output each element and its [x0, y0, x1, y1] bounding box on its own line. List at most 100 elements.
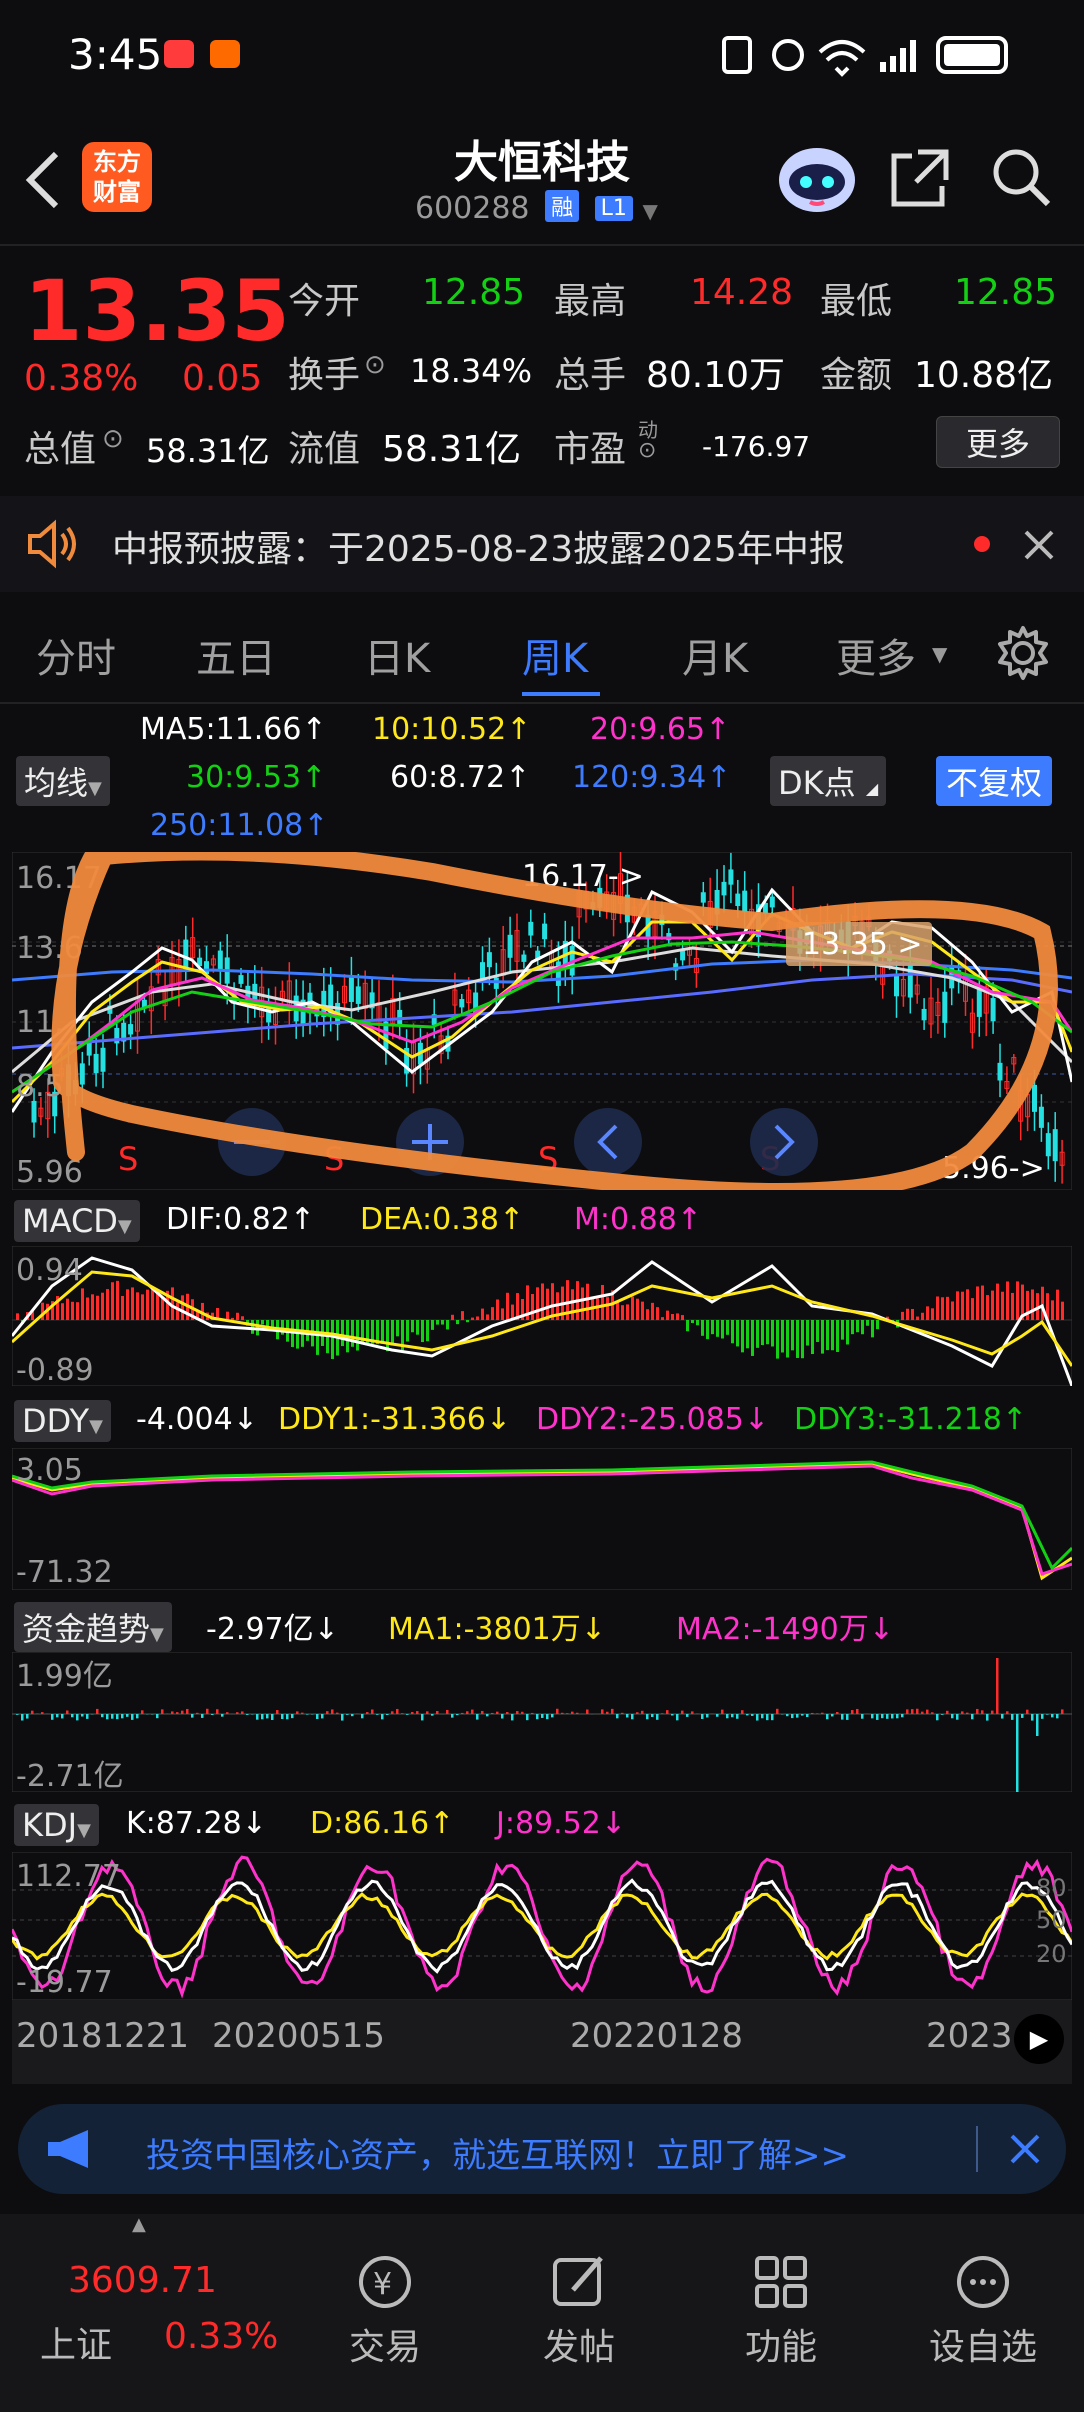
macd-bar — [731, 1320, 734, 1344]
index-value[interactable]: 3609.71 — [68, 2260, 217, 2301]
ddy-chart[interactable]: 3.05 -71.32 — [12, 1448, 1072, 1590]
fund-bar — [1016, 1714, 1019, 1792]
nav-trade[interactable]: ¥ 交易 — [330, 2250, 440, 2370]
amount-label: 金额 — [820, 355, 893, 396]
fund-bar — [21, 1714, 24, 1721]
info-icon[interactable]: ⊙ — [638, 438, 656, 463]
kdj-y-bottom: -19.77 — [16, 1965, 113, 2000]
ddy-selector[interactable]: DDY▼ — [14, 1400, 111, 1442]
macd-bar — [836, 1320, 839, 1352]
fund-bar — [261, 1714, 264, 1720]
fund-bar — [121, 1714, 124, 1719]
fund-bar — [546, 1714, 549, 1720]
fund-bar — [391, 1711, 394, 1714]
macd-selector[interactable]: MACD▼ — [14, 1200, 140, 1242]
change-percent: 0.38% — [24, 358, 139, 399]
kline-chart[interactable]: 16.17 13.6 11. 8.5 5.96 16.17-> 5.96-> 1… — [12, 852, 1072, 1190]
tab-minute[interactable]: 分时 — [36, 626, 116, 684]
gear-icon[interactable] — [994, 624, 1052, 682]
macd-bar — [316, 1320, 319, 1355]
ma120-value: 120:9.34↑ — [572, 760, 732, 795]
macd-y-top: 0.94 — [16, 1253, 83, 1288]
high-value: 14.28 — [690, 272, 794, 313]
macd-bar — [756, 1320, 759, 1348]
fund-bar — [426, 1711, 429, 1714]
tab-monthly-k[interactable]: 月K — [682, 626, 748, 684]
adjust-mode-button[interactable]: 不复权 — [936, 756, 1053, 806]
macd-bar — [131, 1287, 134, 1320]
play-icon[interactable]: ▶ — [1014, 2014, 1064, 2064]
close-icon[interactable] — [1008, 2132, 1042, 2166]
fund-bar — [601, 1709, 604, 1714]
fund-bar — [1001, 1714, 1004, 1719]
info-icon[interactable]: ⊙ — [102, 424, 124, 454]
candle-body — [355, 986, 361, 1004]
current-price: 13.35 — [24, 262, 290, 360]
fund-bar — [646, 1714, 649, 1720]
macd-bar — [761, 1320, 764, 1346]
macd-bar — [1041, 1286, 1044, 1320]
fund-bar — [726, 1714, 729, 1719]
macd-bar — [626, 1304, 629, 1320]
macd-chart[interactable]: 0.94 -0.89 — [12, 1246, 1072, 1386]
fund-bar — [141, 1710, 144, 1714]
macd-bar — [641, 1301, 644, 1320]
ma30-value: 30:9.53↑ — [186, 760, 327, 795]
more-button[interactable]: 更多 — [936, 416, 1060, 468]
high-label: 最高 — [554, 281, 627, 322]
nav-add-watchlist[interactable]: 设自选 — [918, 2250, 1048, 2370]
tab-five-day[interactable]: 五日 — [196, 626, 276, 684]
ma10-value: 10:10.52↑ — [372, 712, 532, 747]
close-icon[interactable] — [1022, 528, 1056, 562]
macd-bar — [841, 1320, 844, 1340]
tab-more[interactable]: 更多 — [836, 626, 916, 684]
fund-bar — [136, 1714, 139, 1719]
index-percent[interactable]: 0.33% — [164, 2316, 278, 2357]
macd-bar — [1006, 1281, 1009, 1320]
fund-bar — [176, 1712, 179, 1714]
macd-bar — [831, 1320, 834, 1351]
fund-bar — [221, 1714, 224, 1717]
search-icon[interactable] — [990, 146, 1054, 210]
fund-bar — [946, 1710, 949, 1714]
nfc-icon — [722, 36, 752, 74]
macd-bar — [741, 1320, 744, 1353]
fund-bar — [126, 1714, 129, 1717]
macd-bar — [146, 1289, 149, 1320]
stock-code-row[interactable]: 600288 融 L1 ▼ — [415, 190, 658, 226]
kdj-chart[interactable]: 112.77 -19.77 80 50 20 — [12, 1852, 1072, 2000]
fund-bar — [901, 1714, 904, 1718]
status-bar: 3:45 — [0, 0, 1084, 110]
macd-bar — [86, 1297, 89, 1320]
fund-bar — [1021, 1714, 1024, 1718]
nav-functions[interactable]: 功能 — [726, 2250, 836, 2370]
info-icon[interactable]: ⊙ — [364, 350, 386, 380]
date-label: 20181221 — [16, 2016, 190, 2056]
fund-bar — [226, 1712, 229, 1714]
trade-icon: ¥ — [359, 2256, 411, 2308]
kdj-selector[interactable]: KDJ▼ — [14, 1804, 99, 1846]
macd-bar — [911, 1308, 914, 1320]
macd-bar — [631, 1296, 634, 1320]
fund-bar — [461, 1712, 464, 1714]
nav-post[interactable]: 发帖 — [524, 2250, 634, 2370]
fund-bar — [906, 1709, 909, 1714]
fund-bar — [341, 1714, 344, 1721]
tab-daily-k[interactable]: 日K — [364, 626, 430, 684]
fund-trend-chart[interactable]: 1.99亿 -2.71亿 — [12, 1652, 1072, 1792]
robot-assistant-icon[interactable] — [774, 140, 860, 216]
fund-trend-selector[interactable]: 资金趋势▼ — [14, 1602, 172, 1652]
index-name[interactable]: 上证 — [40, 2316, 112, 2368]
fund-bar — [966, 1712, 969, 1714]
fund-bar — [746, 1714, 749, 1716]
share-icon[interactable] — [888, 146, 952, 210]
fund-bar — [721, 1709, 724, 1714]
ma-selector-button[interactable]: 均线▼ — [16, 756, 110, 806]
notice-bar[interactable]: 中报预披露：于2025-08-23披露2025年中报 — [0, 496, 1084, 592]
notice-text: 中报预披露：于2025-08-23披露2025年中报 — [112, 529, 845, 570]
tab-weekly-k[interactable]: 周K — [522, 626, 588, 684]
dk-point-button[interactable]: DK点 ◢ — [770, 756, 887, 806]
macd-bar — [91, 1294, 94, 1320]
fund-bar — [996, 1658, 999, 1714]
ad-banner[interactable]: 投资中国核心资产，就选互联网！立即了解>> — [18, 2104, 1066, 2194]
